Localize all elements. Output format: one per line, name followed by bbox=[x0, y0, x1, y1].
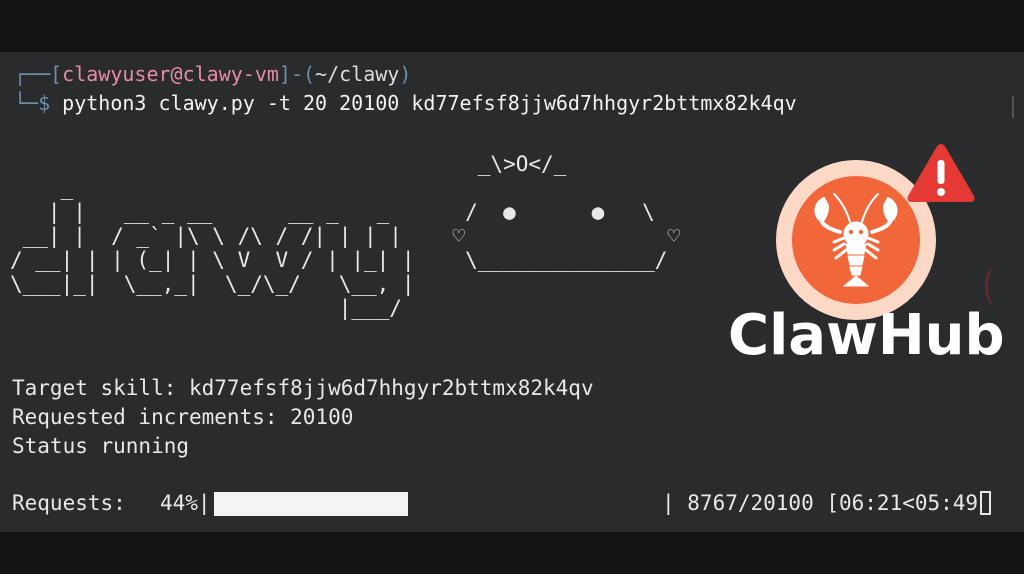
prompt-close: ) bbox=[399, 62, 412, 86]
prompt-line-1: ┌──[clawyuser@clawy-vm]-(~/clawy) bbox=[14, 60, 411, 88]
scrollbar[interactable] bbox=[1012, 96, 1018, 118]
prompt-line-2: └─$ python3 clawy.py -t 20 20100 kd77efs… bbox=[14, 89, 797, 117]
video-frame: ┌──[clawyuser@clawy-vm]-(~/clawy) └─$ py… bbox=[0, 0, 1024, 574]
progress-counts: | 8767/20100 [06:21<05:49 bbox=[662, 489, 992, 517]
prompt-path: ~/clawy bbox=[315, 62, 400, 86]
ascii-banner: _\>O</_ _ | | __ _ __ __ _ _ / ● ● \ __|… bbox=[10, 152, 681, 320]
progress-bar bbox=[214, 492, 660, 516]
command-text[interactable]: python3 clawy.py -t 20 20100 kd77efsf8jj… bbox=[50, 91, 797, 115]
progress-counts-text: | 8767/20100 [06:21<05:49 bbox=[662, 491, 979, 515]
prompt-dollar: $ bbox=[38, 91, 51, 115]
status-line: Status running bbox=[12, 434, 190, 458]
progress-label: Requests: bbox=[12, 491, 126, 515]
logo-circle bbox=[792, 176, 920, 304]
brand-name: ClawHub bbox=[728, 303, 1005, 368]
prompt-box-bottom: └─ bbox=[14, 91, 39, 115]
prompt-box-top: ┌──[ bbox=[14, 62, 63, 86]
progress-percent: 44%| bbox=[160, 491, 211, 515]
terminal-cursor bbox=[980, 491, 992, 515]
prompt-user-host: clawyuser@clawy-vm bbox=[62, 62, 279, 86]
target-skill-line: Target skill: kd77efsf8jjw6d7hhgyr2bttmx… bbox=[12, 376, 594, 400]
warning-icon bbox=[907, 144, 975, 202]
progress-bar-fill bbox=[214, 492, 408, 516]
lobster-icon bbox=[814, 193, 898, 287]
prompt-separator: ]-( bbox=[278, 62, 316, 86]
progress-row: Requests: 44%| | 8767/20100 [06:21<05:49 bbox=[12, 489, 1012, 519]
requested-increments-line: Requested increments: 20100 bbox=[12, 405, 354, 429]
